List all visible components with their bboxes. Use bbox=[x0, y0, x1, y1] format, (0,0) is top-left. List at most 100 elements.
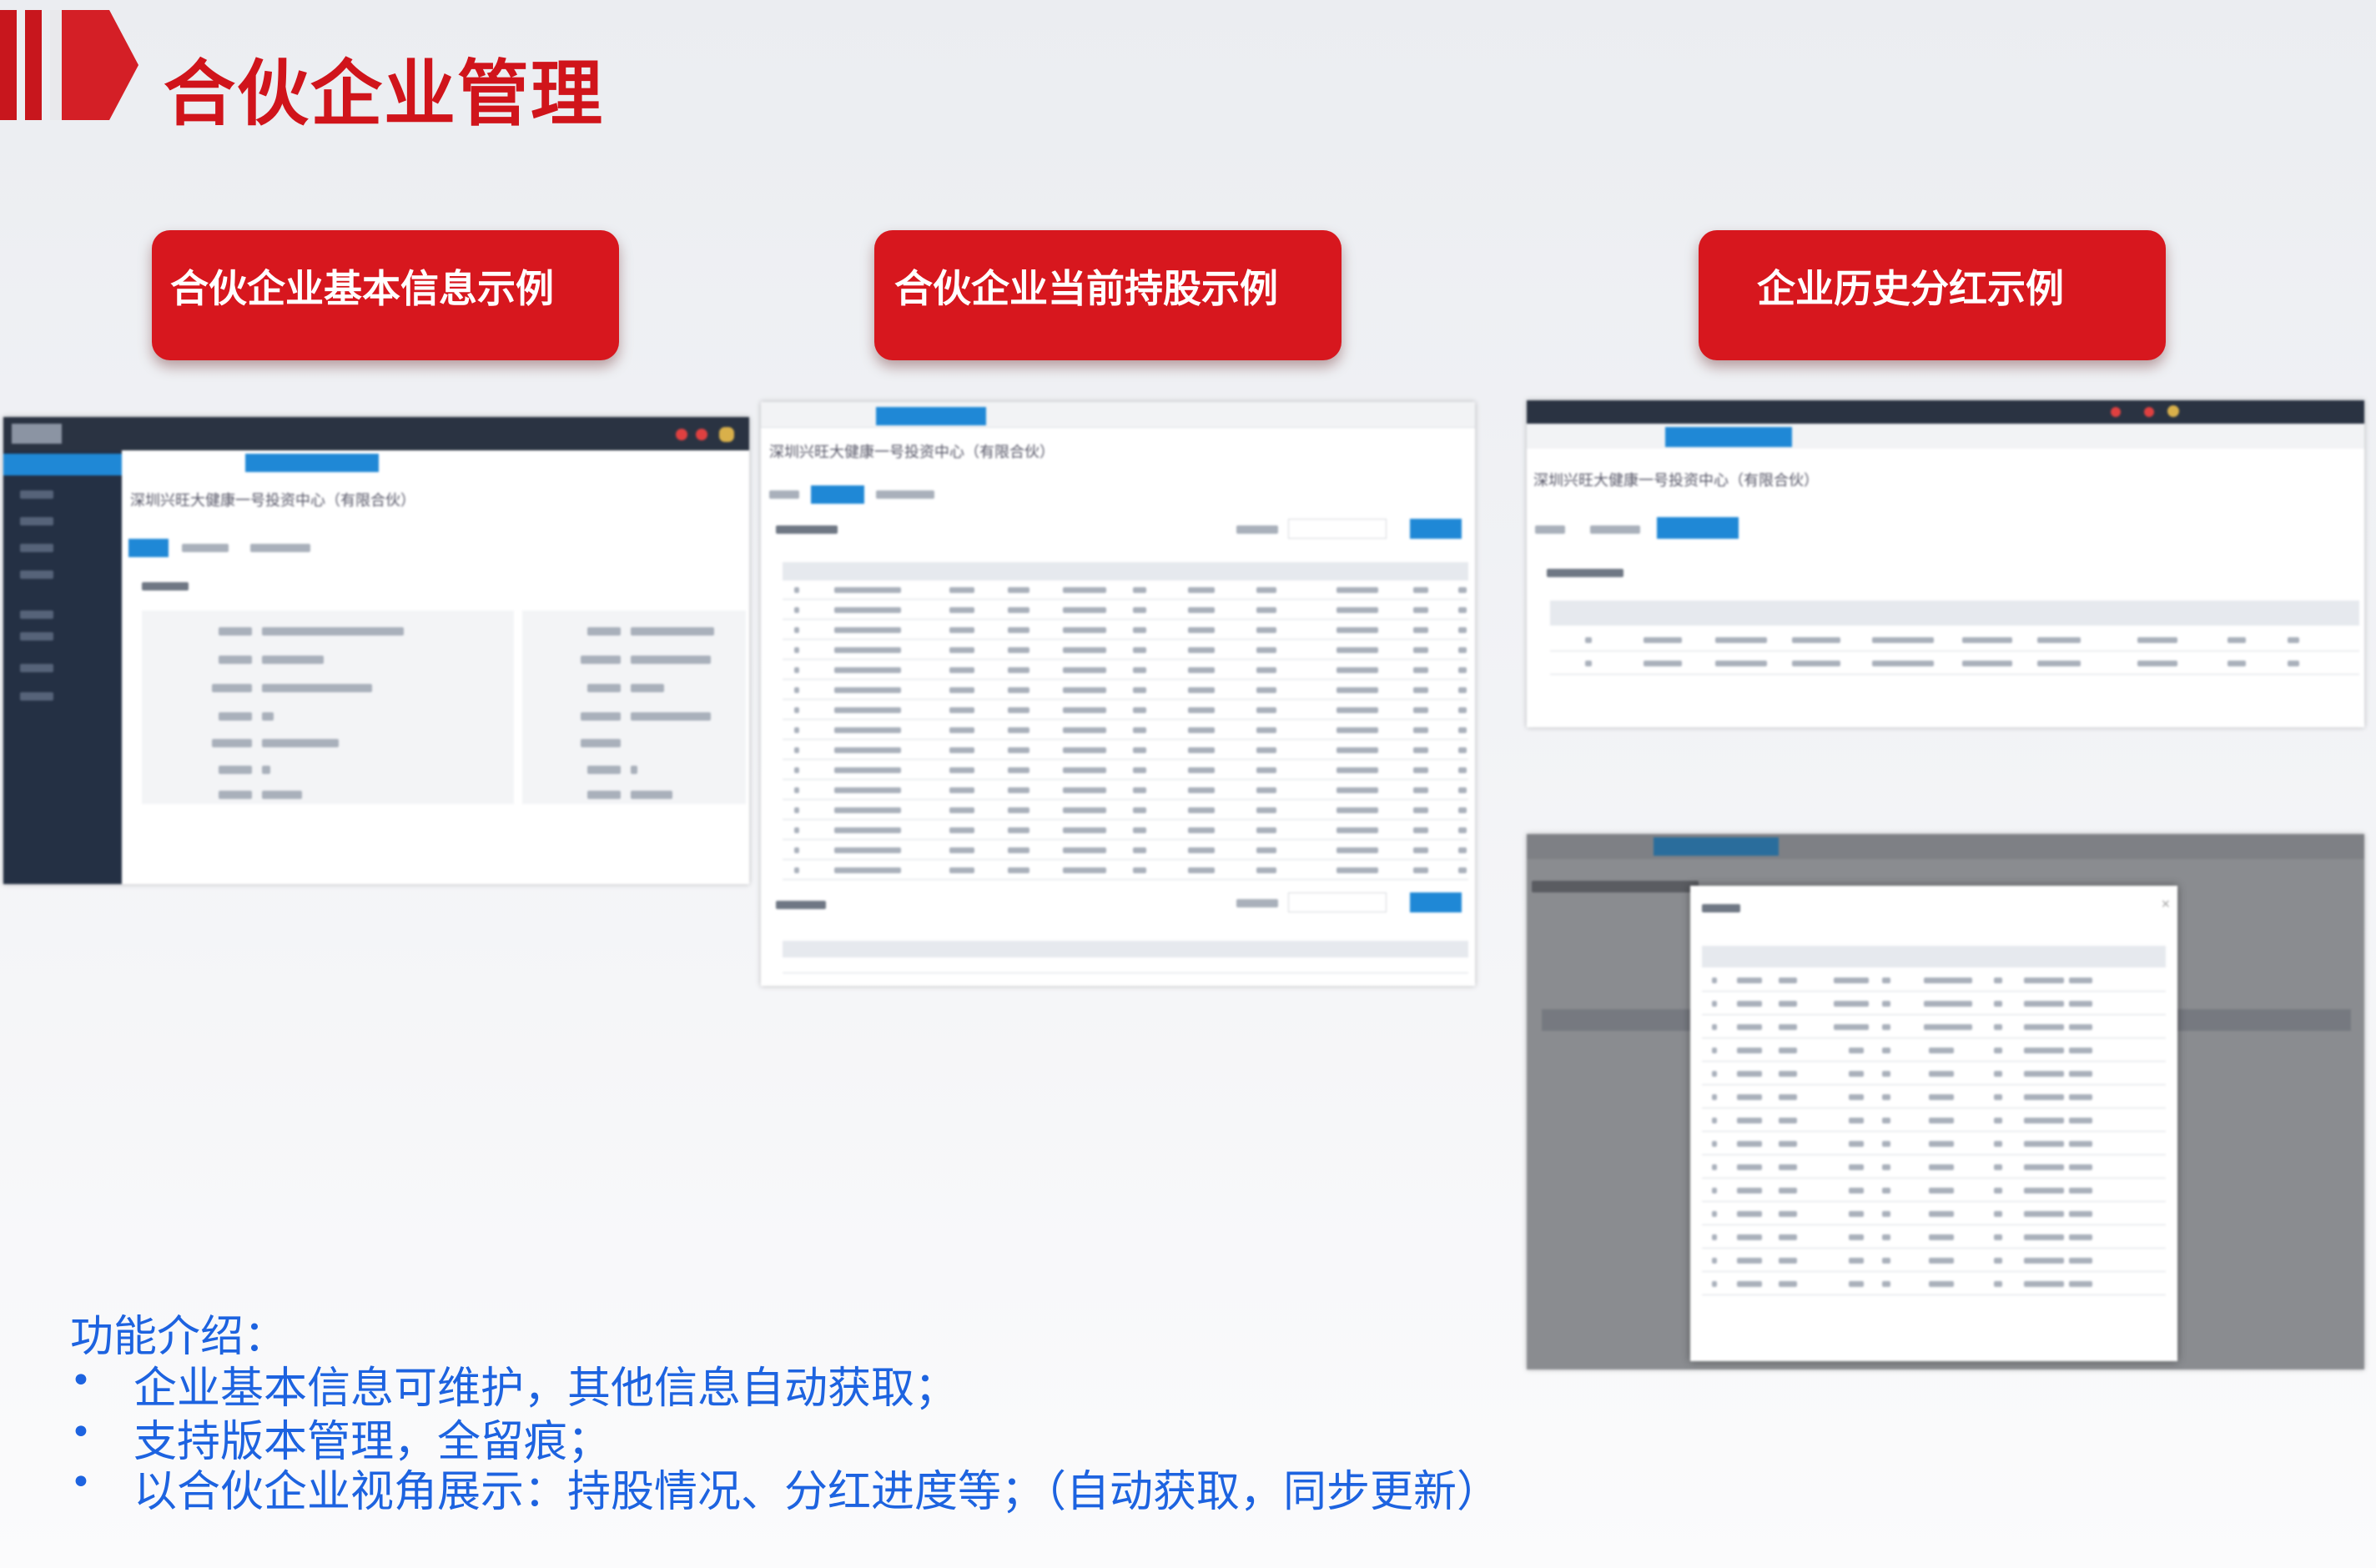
table-cell bbox=[1924, 1001, 1972, 1007]
table-cell bbox=[2137, 637, 2177, 643]
table-cell bbox=[1008, 867, 1029, 873]
table-cell bbox=[1929, 1094, 1954, 1100]
table-row bbox=[783, 619, 1468, 620]
table-cell bbox=[1929, 1141, 1954, 1147]
sidebar-item[interactable] bbox=[20, 692, 53, 701]
table-cell bbox=[1063, 587, 1106, 593]
table-cell bbox=[2037, 637, 2081, 643]
form-value bbox=[631, 791, 672, 799]
table-cell bbox=[2069, 1141, 2092, 1147]
table-cell bbox=[949, 767, 974, 773]
table-cell bbox=[1133, 787, 1146, 793]
table-row bbox=[783, 879, 1468, 880]
table-cell bbox=[1008, 787, 1029, 793]
table-cell bbox=[1336, 707, 1378, 713]
header-arrow-icon bbox=[62, 10, 138, 120]
table-cell bbox=[1929, 1071, 1954, 1077]
table-row bbox=[783, 799, 1468, 800]
sidebar-item[interactable] bbox=[20, 632, 53, 641]
table-cell bbox=[2024, 1071, 2064, 1077]
table-cell bbox=[1008, 847, 1029, 853]
table-cell bbox=[1188, 767, 1215, 773]
table-header bbox=[783, 941, 1468, 957]
table-cell bbox=[1133, 847, 1146, 853]
table-cell bbox=[1737, 1024, 1762, 1030]
screenshot-dividends: 深圳兴旺大健康一号投资中心（有限合伙） bbox=[1527, 400, 2364, 727]
screenshot-basic-info: 深圳兴旺大健康一号投资中心（有限合伙） bbox=[3, 417, 749, 884]
table-row bbox=[783, 972, 1468, 973]
form-label bbox=[219, 766, 252, 774]
tab-dividends[interactable] bbox=[250, 544, 310, 552]
table-cell bbox=[1882, 1141, 1890, 1147]
table-cell bbox=[1256, 627, 1276, 633]
table-cell bbox=[1737, 1001, 1762, 1007]
table-row bbox=[783, 679, 1468, 680]
table-cell bbox=[1458, 847, 1467, 853]
table-cell bbox=[2024, 1094, 2064, 1100]
form-label bbox=[219, 791, 252, 799]
table-cell bbox=[1779, 1071, 1797, 1077]
table-cell bbox=[1256, 827, 1276, 833]
section-title bbox=[776, 901, 826, 909]
table-cell bbox=[1133, 627, 1146, 633]
sidebar-item[interactable] bbox=[20, 570, 53, 579]
sidebar-active-item[interactable] bbox=[3, 454, 122, 475]
table-cell bbox=[1133, 867, 1146, 873]
date-input[interactable] bbox=[1288, 892, 1387, 912]
table-cell bbox=[949, 687, 974, 693]
table-cell bbox=[1008, 747, 1029, 753]
table-cell bbox=[1962, 661, 2012, 666]
table-cell bbox=[1872, 661, 1934, 666]
tab-holdings[interactable] bbox=[182, 544, 229, 552]
table-cell bbox=[1712, 1094, 1717, 1100]
table-cell bbox=[1008, 727, 1029, 733]
sidebar-item[interactable] bbox=[20, 490, 53, 499]
table-cell bbox=[1849, 1211, 1864, 1217]
tab-basic-info[interactable] bbox=[128, 539, 169, 557]
sidebar-item[interactable] bbox=[20, 664, 53, 672]
table-row bbox=[783, 819, 1468, 820]
query-button[interactable] bbox=[1410, 892, 1462, 912]
table-cell bbox=[1133, 587, 1146, 593]
table-cell bbox=[1994, 1281, 2002, 1287]
tab-active[interactable] bbox=[245, 454, 379, 472]
table-cell bbox=[1063, 827, 1106, 833]
table-cell bbox=[1872, 637, 1934, 643]
form-label bbox=[587, 791, 621, 799]
table-cell bbox=[794, 607, 799, 613]
table-cell bbox=[1063, 847, 1106, 853]
table-cell bbox=[794, 847, 799, 853]
table-cell bbox=[1458, 607, 1467, 613]
sidebar-item[interactable] bbox=[20, 544, 53, 552]
table-row bbox=[783, 779, 1468, 780]
table-cell bbox=[1712, 1141, 1717, 1147]
table-cell bbox=[1133, 607, 1146, 613]
table-cell bbox=[1336, 847, 1378, 853]
table-cell bbox=[1063, 747, 1106, 753]
table-cell bbox=[2069, 1281, 2092, 1287]
form-divider bbox=[514, 611, 522, 804]
form-label bbox=[581, 712, 621, 721]
table-cell bbox=[1008, 767, 1029, 773]
modal-table bbox=[1527, 834, 2364, 1369]
table-cell bbox=[1063, 707, 1106, 713]
table-cell bbox=[1994, 1188, 2002, 1194]
table-cell bbox=[1336, 587, 1378, 593]
table-cell bbox=[2024, 1188, 2064, 1194]
sidebar-item[interactable] bbox=[20, 611, 53, 619]
table-cell bbox=[2069, 1188, 2092, 1194]
table-cell bbox=[1458, 807, 1467, 813]
table-row bbox=[783, 759, 1468, 760]
table-cell bbox=[1737, 1234, 1762, 1240]
label-basic-info: 合伙企业基本信息示例 bbox=[152, 230, 619, 360]
table-cell bbox=[1458, 587, 1467, 593]
sidebar-item[interactable] bbox=[20, 517, 53, 525]
table-row bbox=[1702, 1131, 2166, 1132]
table-cell bbox=[794, 767, 799, 773]
table-cell bbox=[1458, 867, 1467, 873]
table-cell bbox=[794, 727, 799, 733]
table-cell bbox=[1929, 1258, 1954, 1264]
table-cell bbox=[1133, 707, 1146, 713]
table-cell bbox=[1712, 1188, 1717, 1194]
table-cell bbox=[1413, 787, 1428, 793]
